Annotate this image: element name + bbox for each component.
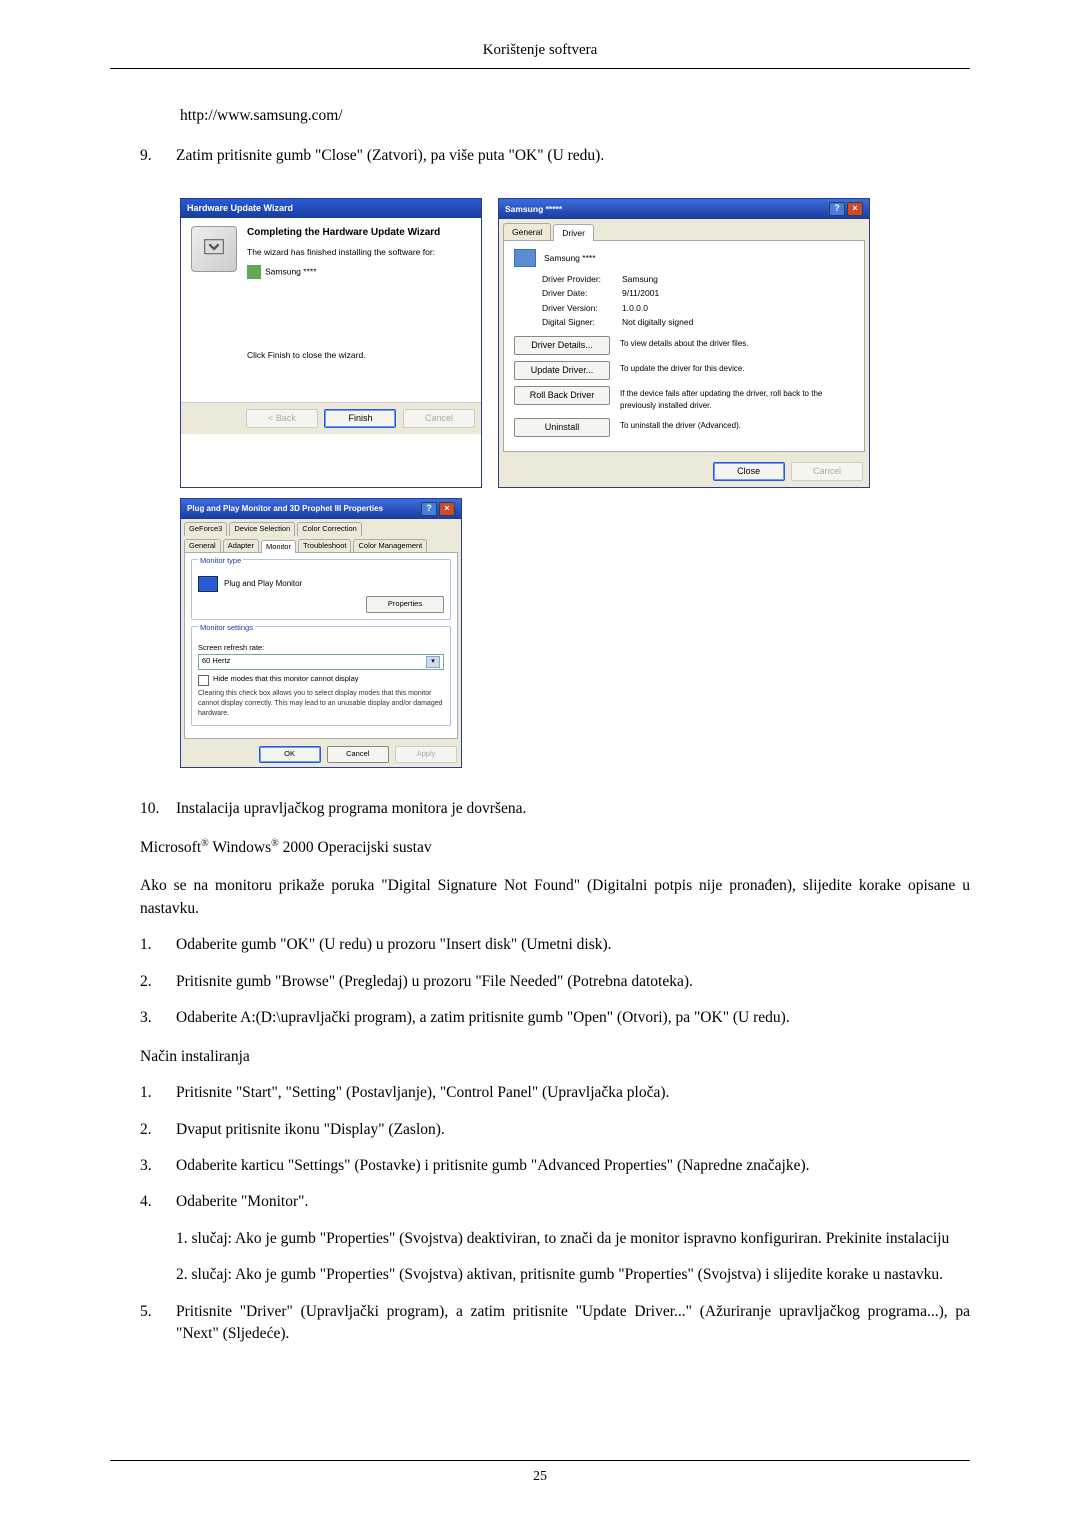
driver-close-button[interactable]: Close [713,462,785,481]
signature-paragraph: Ako se na monitoru prikaže poruka "Digit… [140,875,970,920]
monitor-properties-window: Plug and Play Monitor and 3D Prophet III… [180,498,462,769]
listB-num-4: 5. [140,1301,176,1346]
wizard-line1: The wizard has finished installing the s… [247,246,440,258]
step-9-num: 9. [140,145,176,167]
listB-sub-3-1: 2. slučaj: Ako je gumb "Properties" (Svo… [176,1264,970,1286]
hide-modes-label: Hide modes that this monitor cannot disp… [213,674,359,685]
driver-properties-window: Samsung ***** ? × General Driver Sam [498,198,870,488]
tab-general[interactable]: General [503,223,551,240]
wizard-device: Samsung **** [265,266,317,276]
monitor-icon [198,576,218,592]
hide-modes-checkbox[interactable] [198,675,209,686]
step-9-text: Zatim pritisnite gumb "Close" (Zatvori),… [176,145,970,167]
listB-text-4: Pritisnite "Driver" (Upravljački program… [176,1301,970,1346]
rollback-driver-button[interactable]: Roll Back Driver [514,386,610,405]
screenshot-block: Hardware Update Wizard Completing the Ha… [180,198,870,768]
uninstall-button[interactable]: Uninstall [514,418,610,437]
device-icon [247,265,261,279]
listA-num-2: 3. [140,1007,176,1029]
wizard-cancel-button: Cancel [403,409,475,428]
monitor-properties-button[interactable]: Properties [366,596,444,613]
tab-adapter[interactable]: Adapter [223,539,259,553]
os-heading: Microsoft® Windows® 2000 Operacijski sus… [140,837,970,860]
provider-label: Driver Provider: [542,273,622,285]
samsung-url: http://www.samsung.com/ [180,105,970,127]
monitor-apply-button: Apply [395,746,457,763]
listB-num-2: 3. [140,1155,176,1177]
tab-driver[interactable]: Driver [553,224,594,241]
close-icon[interactable]: × [439,502,455,516]
tab-geforce[interactable]: GeForce3 [184,522,227,536]
tab-color-correction[interactable]: Color Correction [297,522,362,536]
chevron-down-icon[interactable]: ▾ [426,656,440,668]
page-footer: 25 [110,1460,970,1487]
tab-troubleshoot[interactable]: Troubleshoot [298,539,352,553]
signer-value: Not digitally signed [622,316,693,328]
page-header: Korištenje softvera [110,0,970,69]
listB-text-0: Pritisnite "Start", "Setting" (Postavlja… [176,1082,970,1104]
monitor-settings-group: Monitor settings [198,623,255,632]
refresh-rate-combo[interactable]: 60 Hertz ▾ [198,654,444,670]
listB-sub-3-0: 1. slučaj: Ako je gumb "Properties" (Svo… [176,1228,970,1250]
listA-num-1: 2. [140,971,176,993]
tab-device-selection[interactable]: Device Selection [229,522,295,536]
wizard-finish-note: Click Finish to close the wizard. [247,345,440,361]
page-number: 25 [533,1469,547,1484]
wizard-back-button: < Back [246,409,318,428]
signer-label: Digital Signer: [542,316,622,328]
driver-titlebar: Samsung ***** [505,203,562,215]
listB-num-0: 1. [140,1082,176,1104]
driver-cancel-button: Cancel [791,462,863,481]
version-label: Driver Version: [542,302,622,314]
listB-text-3: Odaberite "Monitor".1. slučaj: Ako je gu… [176,1191,970,1286]
update-driver-desc: To update the driver for this device. [620,361,854,375]
update-driver-button[interactable]: Update Driver... [514,361,610,380]
listB-text-1: Dvaput pritisnite ikonu "Display" (Zaslo… [176,1119,970,1141]
refresh-rate-value: 60 Hertz [202,656,230,667]
hardware-update-wizard-window: Hardware Update Wizard Completing the Ha… [180,198,482,488]
header-title: Korištenje softvera [483,42,598,58]
install-heading: Način instaliranja [140,1046,970,1068]
listA-text-2: Odaberite A:(D:\upravljački program), a … [176,1007,970,1029]
step-10-num: 10. [140,798,176,820]
date-label: Driver Date: [542,287,622,299]
listB-num-1: 2. [140,1119,176,1141]
listB-text-2: Odaberite karticu "Settings" (Postavke) … [176,1155,970,1177]
refresh-rate-label: Screen refresh rate: [198,643,444,654]
monitor-type-group: Monitor type [198,556,243,565]
tab-general-mon[interactable]: General [184,539,221,553]
driver-details-button[interactable]: Driver Details... [514,336,610,355]
wizard-heading: Completing the Hardware Update Wizard [247,226,440,241]
close-icon[interactable]: × [847,202,863,216]
listA-text-0: Odaberite gumb "OK" (U redu) u prozoru "… [176,934,970,956]
driver-device: Samsung **** [544,252,596,264]
provider-value: Samsung [622,273,658,285]
version-value: 1.0.0.0 [622,302,648,314]
listA-num-0: 1. [140,934,176,956]
monitor-icon [514,249,536,267]
monitor-ok-button[interactable]: OK [259,746,321,763]
tab-monitor[interactable]: Monitor [261,540,296,554]
step-10-text: Instalacija upravljačkog programa monito… [176,798,970,820]
monitor-titlebar: Plug and Play Monitor and 3D Prophet III… [187,503,383,515]
driver-details-desc: To view details about the driver files. [620,336,854,350]
monitor-cancel-button[interactable]: Cancel [327,746,389,763]
help-icon[interactable]: ? [421,502,437,516]
wizard-titlebar: Hardware Update Wizard [181,199,481,218]
help-icon[interactable]: ? [829,202,845,216]
listA-text-1: Pritisnite gumb "Browse" (Pregledaj) u p… [176,971,970,993]
listB-num-3: 4. [140,1191,176,1286]
pnp-monitor-label: Plug and Play Monitor [224,578,302,590]
rollback-driver-desc: If the device fails after updating the d… [620,386,854,411]
date-value: 9/11/2001 [622,287,659,299]
tab-color-management[interactable]: Color Management [353,539,427,553]
hide-modes-note: Clearing this check box allows you to se… [198,689,444,719]
wizard-icon [191,226,237,272]
wizard-finish-button[interactable]: Finish [324,409,396,428]
uninstall-desc: To uninstall the driver (Advanced). [620,418,854,432]
